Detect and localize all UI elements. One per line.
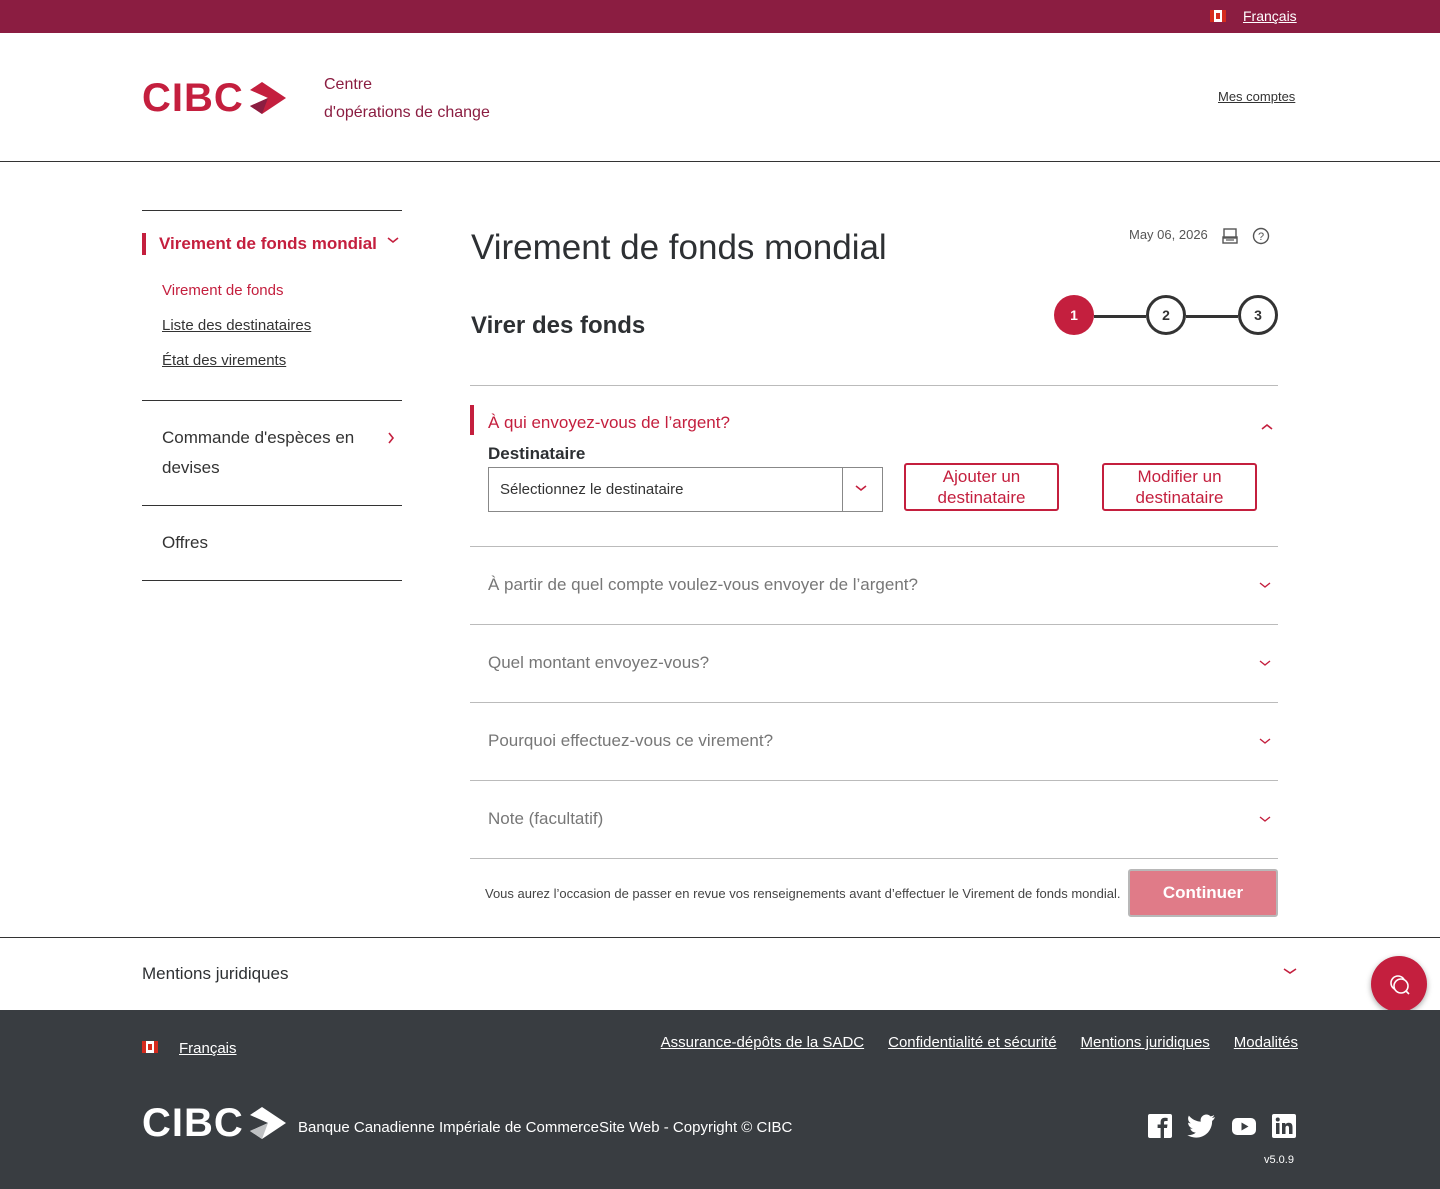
cibc-logo[interactable]: CIBC [142, 78, 288, 118]
chevron-down-icon [1259, 582, 1271, 588]
chevron-down-icon [1259, 816, 1271, 822]
sidenav-item-global-transfer[interactable]: Virement de fonds mondial [142, 211, 402, 273]
twitter-icon[interactable] [1187, 1113, 1217, 1139]
active-indicator [142, 233, 146, 255]
chevron-down-icon [1283, 968, 1297, 974]
accordion-purpose[interactable]: Pourquoi effectuez-vous ce virement? [470, 702, 1278, 780]
recipient-select[interactable]: Sélectionnez le destinataire [488, 467, 883, 512]
sidenav-subitem-transfer[interactable]: Virement de fonds [162, 273, 402, 308]
chat-icon [1390, 975, 1410, 995]
chevron-right-icon [388, 432, 395, 444]
accordion-header: Pourquoi effectuez-vous ce virement? [488, 731, 774, 750]
accordion-recipient: À qui envoyez-vous de l’argent? Destinat… [470, 385, 1278, 546]
sidenav-item-label: Commande d'espèces en devises [162, 428, 355, 477]
sidenav-subitem-status[interactable]: État des virements [162, 343, 402, 378]
footer-link-terms[interactable]: Modalités [1234, 1034, 1298, 1051]
review-note: Vous aurez l’occasion de passer en revue… [485, 886, 1121, 901]
accordion-header: Quel montant envoyez-vous? [488, 653, 710, 672]
accordion-header: À partir de quel compte voulez-vous envo… [488, 575, 918, 594]
continue-button[interactable]: Continuer [1128, 869, 1278, 917]
section-title: Virer des fonds [471, 312, 646, 339]
sidenav-item-label: Virement de fonds mondial [159, 234, 377, 253]
footer-link-legal[interactable]: Mentions juridiques [1081, 1034, 1210, 1051]
accordion-from-account[interactable]: À partir de quel compte voulez-vous envo… [470, 546, 1278, 624]
step-2: 2 [1146, 295, 1186, 335]
site-header: CIBC Centre d'opérations de change Mes c… [0, 33, 1440, 162]
edit-recipient-button[interactable]: Modifier un destinataire [1102, 463, 1257, 511]
accordion-note[interactable]: Note (facultatif) [470, 780, 1278, 858]
canada-flag-icon [142, 1041, 158, 1053]
sidenav-subitem-recipients[interactable]: Liste des destinataires [162, 308, 402, 343]
print-icon[interactable] [1221, 227, 1239, 245]
current-date: May 06, 2026 [1129, 227, 1208, 242]
cibc-logo-mark-icon [249, 1107, 286, 1139]
active-indicator [470, 405, 474, 435]
facebook-icon[interactable] [1147, 1113, 1173, 1139]
chat-button[interactable] [1371, 956, 1427, 1012]
select-divider [842, 468, 843, 511]
chevron-up-icon[interactable] [1260, 422, 1274, 432]
cibc-logo-mark-icon [249, 82, 286, 114]
step-3: 3 [1238, 295, 1278, 335]
page-title: Virement de fonds mondial [471, 228, 887, 267]
chevron-down-icon [855, 485, 867, 492]
footer-language-link[interactable]: Français [179, 1040, 237, 1057]
site-footer: Français Assurance-dépôts de la SADC Con… [0, 1010, 1440, 1189]
logo-text: CIBC [142, 76, 244, 120]
sidenav-item-offers[interactable]: Offres [142, 506, 402, 580]
stepper-line [1186, 315, 1238, 318]
app-version: v5.0.9 [1264, 1154, 1294, 1166]
sidenav-item-cash-order[interactable]: Commande d'espèces en devises [142, 401, 402, 505]
svg-text:?: ? [1258, 231, 1264, 243]
copyright-text: Banque Canadienne Impériale de CommerceS… [298, 1119, 793, 1136]
sidenav-item-label: Offres [162, 533, 208, 552]
chevron-down-icon [1259, 660, 1271, 666]
sidenav-section-transfer: Virement de fonds mondial Virement de fo… [142, 210, 402, 400]
accordion-recipient-header[interactable]: À qui envoyez-vous de l’argent? [488, 413, 730, 433]
help-icon[interactable]: ? [1252, 227, 1270, 245]
header-subtitle-line1: Centre [324, 76, 373, 93]
chevron-down-icon [1259, 738, 1271, 744]
canada-flag-icon [1210, 10, 1226, 22]
legal-mentions-section[interactable]: Mentions juridiques [0, 937, 1440, 1010]
footer-logo-text: CIBC [142, 1101, 244, 1145]
language-link[interactable]: Français [1243, 8, 1297, 24]
accordion-divider [470, 858, 1278, 859]
footer-link-privacy[interactable]: Confidentialité et sécurité [888, 1034, 1056, 1051]
header-subtitle: Centre d'opérations de change [324, 71, 524, 127]
my-accounts-link[interactable]: Mes comptes [1218, 89, 1295, 104]
add-recipient-button[interactable]: Ajouter un destinataire [904, 463, 1059, 511]
header-subtitle-line2: d'opérations de change [324, 104, 490, 121]
stepper-line [1094, 315, 1146, 318]
footer-logo: CIBC [142, 1103, 288, 1143]
chevron-down-icon [387, 237, 399, 244]
accordion-header: Note (facultatif) [488, 809, 604, 828]
sidenav-submenu: Virement de fonds Liste des destinataire… [142, 273, 402, 400]
footer-link-cdic[interactable]: Assurance-dépôts de la SADC [661, 1034, 864, 1051]
social-links [1147, 1113, 1297, 1139]
youtube-icon[interactable] [1231, 1113, 1257, 1139]
progress-stepper: 1 2 3 [1054, 295, 1278, 337]
footer-links: Assurance-dépôts de la SADC Confidential… [661, 1034, 1298, 1051]
sidenav-section-offers: Offres [142, 505, 402, 581]
top-bar: Français [0, 0, 1440, 33]
accordion-amount[interactable]: Quel montant envoyez-vous? [470, 624, 1278, 702]
side-navigation: Virement de fonds mondial Virement de fo… [142, 210, 402, 581]
step-1: 1 [1054, 295, 1094, 335]
legal-mentions-label: Mentions juridiques [142, 964, 289, 983]
recipient-field-label: Destinataire [488, 444, 586, 463]
sidenav-section-cash-order: Commande d'espèces en devises [142, 400, 402, 505]
linkedin-icon[interactable] [1271, 1113, 1297, 1139]
recipient-select-value: Sélectionnez le destinataire [500, 481, 684, 498]
